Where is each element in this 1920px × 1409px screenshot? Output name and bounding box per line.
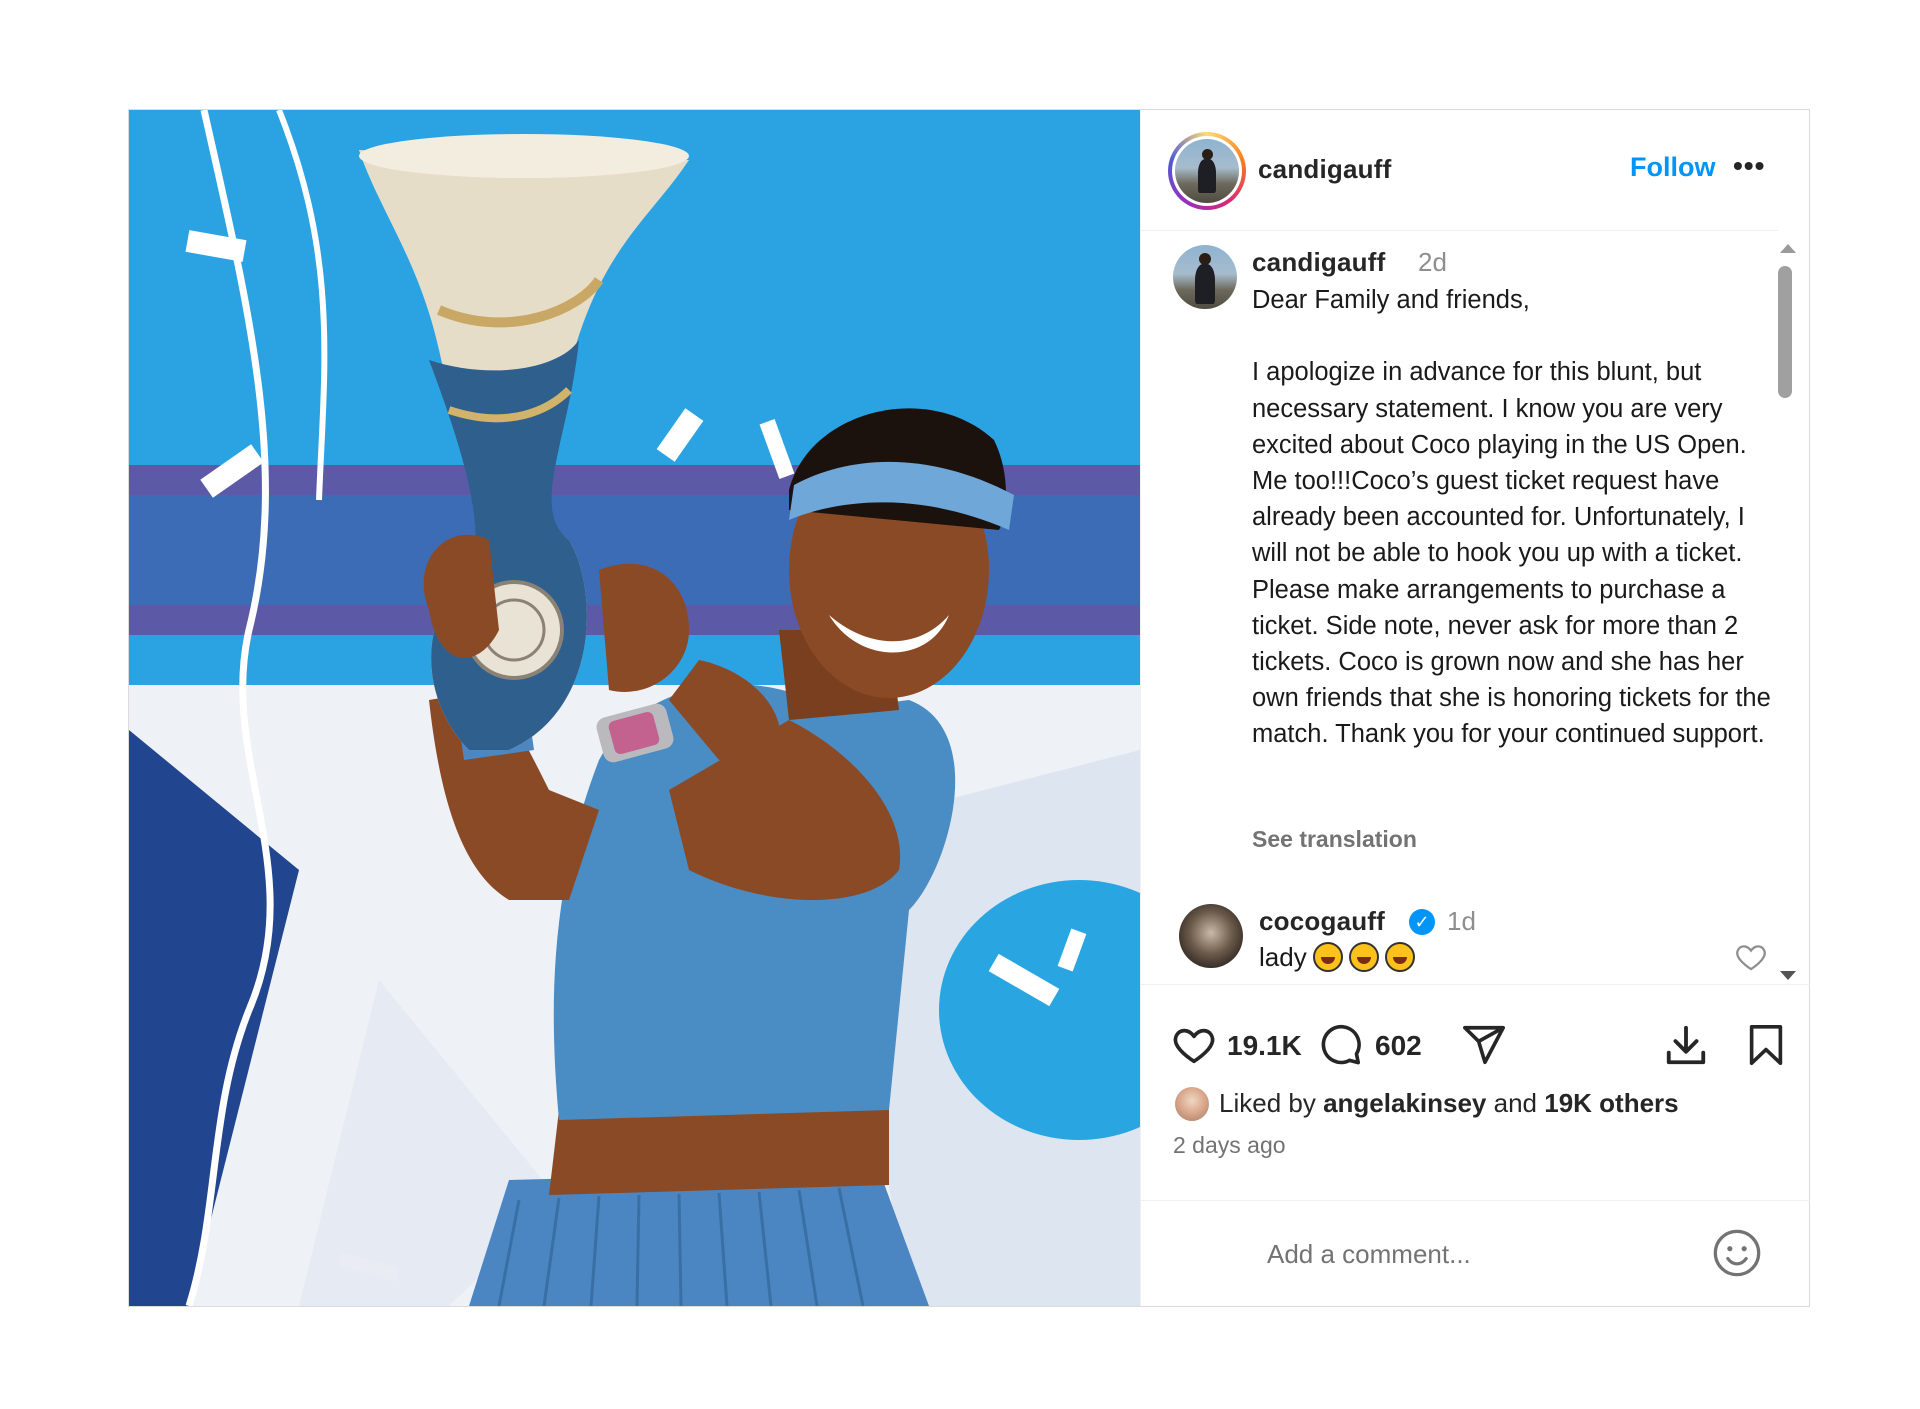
share-paper-plane-icon[interactable]	[1461, 1022, 1507, 1068]
laughing-emoji-icon	[1348, 942, 1379, 972]
caption-text: Dear Family and friends, I apologize in …	[1252, 286, 1771, 749]
caption-timestamp[interactable]: 2d	[1418, 247, 1447, 278]
verified-badge-icon: ✓	[1409, 909, 1435, 935]
divider	[1141, 984, 1810, 985]
caption-author-avatar[interactable]	[1173, 245, 1237, 309]
author-avatar[interactable]	[1175, 139, 1239, 203]
comment-like-heart-icon[interactable]	[1734, 940, 1768, 974]
see-translation-link[interactable]: See translation	[1252, 826, 1417, 853]
like-heart-icon[interactable]	[1171, 1022, 1217, 1068]
add-comment-input[interactable]	[1265, 1231, 1689, 1277]
comment-text-body: lady	[1259, 942, 1307, 972]
emoji-smiley-icon[interactable]	[1711, 1227, 1763, 1279]
scroll-down-arrow-icon[interactable]	[1780, 971, 1796, 980]
comment-count[interactable]: 602	[1375, 1030, 1422, 1062]
author-username[interactable]: candigauff	[1258, 154, 1391, 185]
liked-by-and: and	[1493, 1088, 1538, 1118]
post-side-panel: candigauff Follow ••• candigauff 2d Dear…	[1140, 110, 1810, 1306]
laughing-emoji-icon	[1312, 942, 1343, 972]
liked-by-prefix: Liked by	[1219, 1088, 1316, 1118]
comment-username[interactable]: cocogauff	[1259, 906, 1385, 937]
comment-author-avatar[interactable]	[1179, 904, 1243, 968]
likes-others-link[interactable]: 19K others	[1544, 1088, 1678, 1118]
laughing-emoji-icon	[1384, 942, 1415, 972]
post-header: candigauff Follow •••	[1141, 110, 1778, 231]
download-icon[interactable]	[1663, 1022, 1709, 1068]
scroll-up-arrow-icon[interactable]	[1780, 244, 1796, 253]
save-bookmark-icon[interactable]	[1743, 1022, 1789, 1068]
scrollbar-thumb[interactable]	[1778, 266, 1792, 398]
comment-timestamp[interactable]: 1d	[1447, 906, 1476, 937]
post-image[interactable]	[129, 110, 1140, 1306]
instagram-post: candigauff Follow ••• candigauff 2d Dear…	[128, 109, 1810, 1307]
post-date[interactable]: 2 days ago	[1173, 1132, 1286, 1159]
more-options-icon[interactable]: •••	[1733, 152, 1765, 180]
liker-username[interactable]: angelakinsey	[1323, 1088, 1486, 1118]
post-photo-illustration	[129, 110, 1140, 1306]
like-count[interactable]: 19.1K	[1227, 1030, 1302, 1062]
comment-composer	[1141, 1200, 1810, 1307]
comment-text: lady	[1259, 942, 1415, 973]
caption-username[interactable]: candigauff	[1252, 247, 1385, 278]
comments-scrollbar[interactable]	[1775, 244, 1797, 980]
comment-bubble-icon[interactable]	[1317, 1022, 1363, 1068]
author-story-ring[interactable]	[1168, 132, 1246, 210]
liker-avatar[interactable]	[1175, 1087, 1209, 1121]
follow-button[interactable]: Follow	[1630, 152, 1715, 183]
